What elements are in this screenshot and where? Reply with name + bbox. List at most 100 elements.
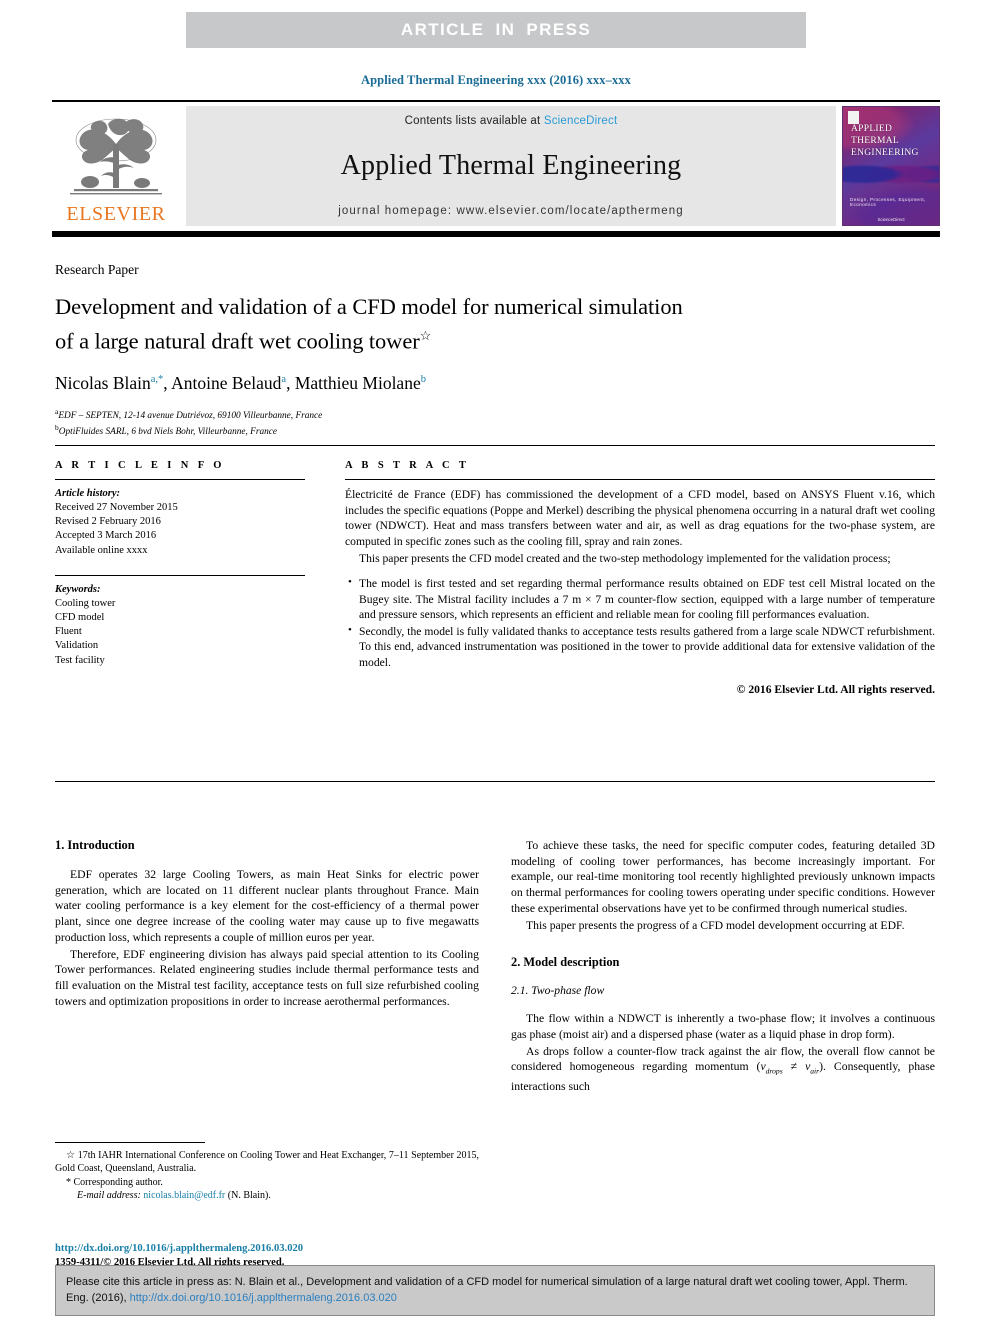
cover-journal-title: APPLIED THERMAL ENGINEERING xyxy=(851,123,919,159)
article-info-column: A R T I C L E I N F O Article history: R… xyxy=(55,460,305,668)
subsection-heading-two-phase-flow: 2.1. Two-phase flow xyxy=(511,984,605,998)
page-title: Development and validation of a CFD mode… xyxy=(55,292,935,356)
footnote-asterisk-mark: * xyxy=(66,1176,71,1188)
affiliation-list: aEDF – SEPTEN, 12-14 avenue Dutriévoz, 6… xyxy=(55,406,935,439)
body-paragraph: The flow within a NDWCT is inherently a … xyxy=(511,1012,935,1041)
contents-lists-line: Contents lists available at ScienceDirec… xyxy=(405,115,618,127)
body-column-right: To achieve these tasks, the need for spe… xyxy=(511,838,935,1095)
abstract-bullet-item: Secondly, the model is fully validated t… xyxy=(348,623,935,671)
velocity-vector-symbol: vdrops xyxy=(760,1060,783,1076)
author-affiliation-mark[interactable]: a,* xyxy=(151,374,164,385)
author-name: Matthieu Miolane xyxy=(294,372,421,393)
footnote-email: E-mail address: nicolas.blain@edf.fr (N.… xyxy=(55,1189,479,1202)
article-info-rule xyxy=(55,479,305,480)
abstract-copyright: © 2016 Elsevier Ltd. All rights reserved… xyxy=(736,682,935,696)
journal-homepage-line[interactable]: journal homepage: www.elsevier.com/locat… xyxy=(338,205,684,217)
citation-text: Please cite this article in press as: N.… xyxy=(66,1274,924,1306)
keyword-item: Test facility xyxy=(55,654,105,666)
footnote-star-mark: ☆ xyxy=(66,1150,76,1161)
body-paragraph: This paper presents the progress of a CF… xyxy=(526,918,905,932)
footnote-conference: ☆ 17th IAHR International Conference on … xyxy=(55,1149,479,1176)
affiliation-item: aEDF – SEPTEN, 12-14 avenue Dutriévoz, 6… xyxy=(55,406,935,423)
footnote-corresponding-author: * Corresponding author. xyxy=(55,1176,479,1189)
abstract-bottom-rule xyxy=(55,781,935,782)
info-section-top-rule xyxy=(55,445,935,446)
keyword-item: Fluent xyxy=(55,626,82,638)
title-block: Research Paper Development and validatio… xyxy=(55,262,935,439)
keywords-label: Keywords: xyxy=(55,583,101,595)
citation-footer-box: Please cite this article in press as: N.… xyxy=(55,1265,935,1316)
affiliation-text: OptiFluides SARL, 6 bvd Niels Bohr, Vill… xyxy=(58,427,278,438)
article-history-item: Received 27 November 2015 xyxy=(55,502,178,513)
article-kind-label: Research Paper xyxy=(55,262,139,277)
cover-footer-text: ScienceDirect xyxy=(877,217,905,222)
cover-subtitle: Design, Processes, Equipment, Economics xyxy=(850,197,926,207)
masthead-bottom-rule xyxy=(52,231,940,237)
elsevier-logo: ELSEVIER xyxy=(52,106,180,226)
article-in-press-label: ARTICLE IN PRESS xyxy=(400,20,592,39)
article-in-press-banner: ARTICLE IN PRESS xyxy=(186,12,806,48)
section-heading-introduction: 1. Introduction xyxy=(55,838,135,852)
abstract-paragraph: Électricité de France (EDF) has commissi… xyxy=(345,488,935,548)
article-history-item: Revised 2 February 2016 xyxy=(55,516,161,528)
footnote-block: ☆ 17th IAHR International Conference on … xyxy=(55,1142,479,1203)
journal-masthead: ELSEVIER Contents lists available at Sci… xyxy=(52,100,940,237)
body-paragraph: EDF operates 32 large Cooling Towers, as… xyxy=(55,868,479,944)
journal-cover-thumbnail: APPLIED THERMAL ENGINEERING Design, Proc… xyxy=(842,106,940,226)
author-affiliation-mark[interactable]: a xyxy=(281,374,286,385)
keyword-item: Cooling tower xyxy=(55,597,116,609)
section-heading-model-description: 2. Model description xyxy=(511,955,620,970)
citation-doi-link[interactable]: http://dx.doi.org/10.1016/j.applthermale… xyxy=(130,1292,397,1304)
author-name: Antoine Belaud xyxy=(171,372,282,393)
abstract-heading: A B S T R A C T xyxy=(345,460,470,471)
article-info-heading: A R T I C L E I N F O xyxy=(55,460,225,471)
email-owner: (N. Blain). xyxy=(227,1190,271,1202)
cover-title-line1: APPLIED xyxy=(851,124,893,134)
keyword-item: CFD model xyxy=(55,612,105,624)
cover-title-line3: ENGINEERING xyxy=(851,148,919,158)
vector-subscript: drops xyxy=(765,1066,783,1076)
author-list: Nicolas Blaina,*, Antoine Belauda, Matth… xyxy=(55,372,426,393)
sciencedirect-link[interactable]: ScienceDirect xyxy=(544,115,618,127)
author-affiliation-mark[interactable]: b xyxy=(421,374,426,385)
doi-link[interactable]: http://dx.doi.org/10.1016/j.applthermale… xyxy=(55,1242,515,1256)
abstract-bullet-list: The model is first tested and set regard… xyxy=(345,575,935,671)
affiliation-item: bOptiFluides SARL, 6 bvd Niels Bohr, Vil… xyxy=(55,422,935,439)
not-equal-operator: ≠ xyxy=(782,1060,806,1074)
abstract-column: A B S T R A C T Électricité de France (E… xyxy=(345,460,935,696)
email-address-link[interactable]: nicolas.blain@edf.fr xyxy=(143,1190,225,1201)
cover-title-line2: THERMAL xyxy=(851,136,900,146)
body-paragraph: Therefore, EDF engineering division has … xyxy=(55,947,479,1008)
paper-title-line1: Development and validation of a CFD mode… xyxy=(55,294,683,319)
body-paragraph-with-equation: As drops follow a counter-flow track aga… xyxy=(511,1044,935,1095)
masthead-top-rule xyxy=(52,100,940,102)
footnote-corresponding-text: Corresponding author. xyxy=(73,1176,163,1188)
footnote-rule xyxy=(55,1142,205,1143)
paper-title-line2: of a large natural draft wet cooling tow… xyxy=(55,328,420,354)
author-name: Nicolas Blain xyxy=(55,372,151,393)
article-history-item: Accepted 3 March 2016 xyxy=(55,530,157,542)
elsevier-wordmark: ELSEVIER xyxy=(66,203,166,225)
masthead-center-panel: Contents lists available at ScienceDirec… xyxy=(186,106,836,226)
vector-subscript: air xyxy=(810,1066,820,1076)
abstract-bullet-item: The model is first tested and set regard… xyxy=(348,575,935,623)
title-footnote-star[interactable]: ☆ xyxy=(420,328,432,343)
article-history-label: Article history: xyxy=(55,488,121,499)
keywords-rule xyxy=(55,574,305,576)
body-paragraph: To achieve these tasks, the need for spe… xyxy=(511,839,935,915)
keyword-item: Validation xyxy=(55,640,99,652)
email-address-label: E-mail address: xyxy=(77,1190,141,1202)
body-column-left: 1. Introduction EDF operates 32 large Co… xyxy=(55,838,479,1009)
affiliation-text: EDF – SEPTEN, 12-14 avenue Dutriévoz, 69… xyxy=(58,410,323,421)
abstract-rule xyxy=(345,479,935,480)
journal-title: Applied Thermal Engineering xyxy=(340,150,682,181)
velocity-vector-symbol: vair xyxy=(805,1060,820,1076)
journal-running-head: Applied Thermal Engineering xxx (2016) x… xyxy=(360,73,631,87)
elsevier-tree-icon xyxy=(70,118,162,195)
contents-lists-prefix: Contents lists available at xyxy=(404,115,544,127)
footnote-conference-text: 17th IAHR International Conference on Co… xyxy=(55,1150,480,1175)
article-history-item: Available online xxxx xyxy=(55,544,148,556)
abstract-paragraph: This paper presents the CFD model create… xyxy=(359,552,891,566)
